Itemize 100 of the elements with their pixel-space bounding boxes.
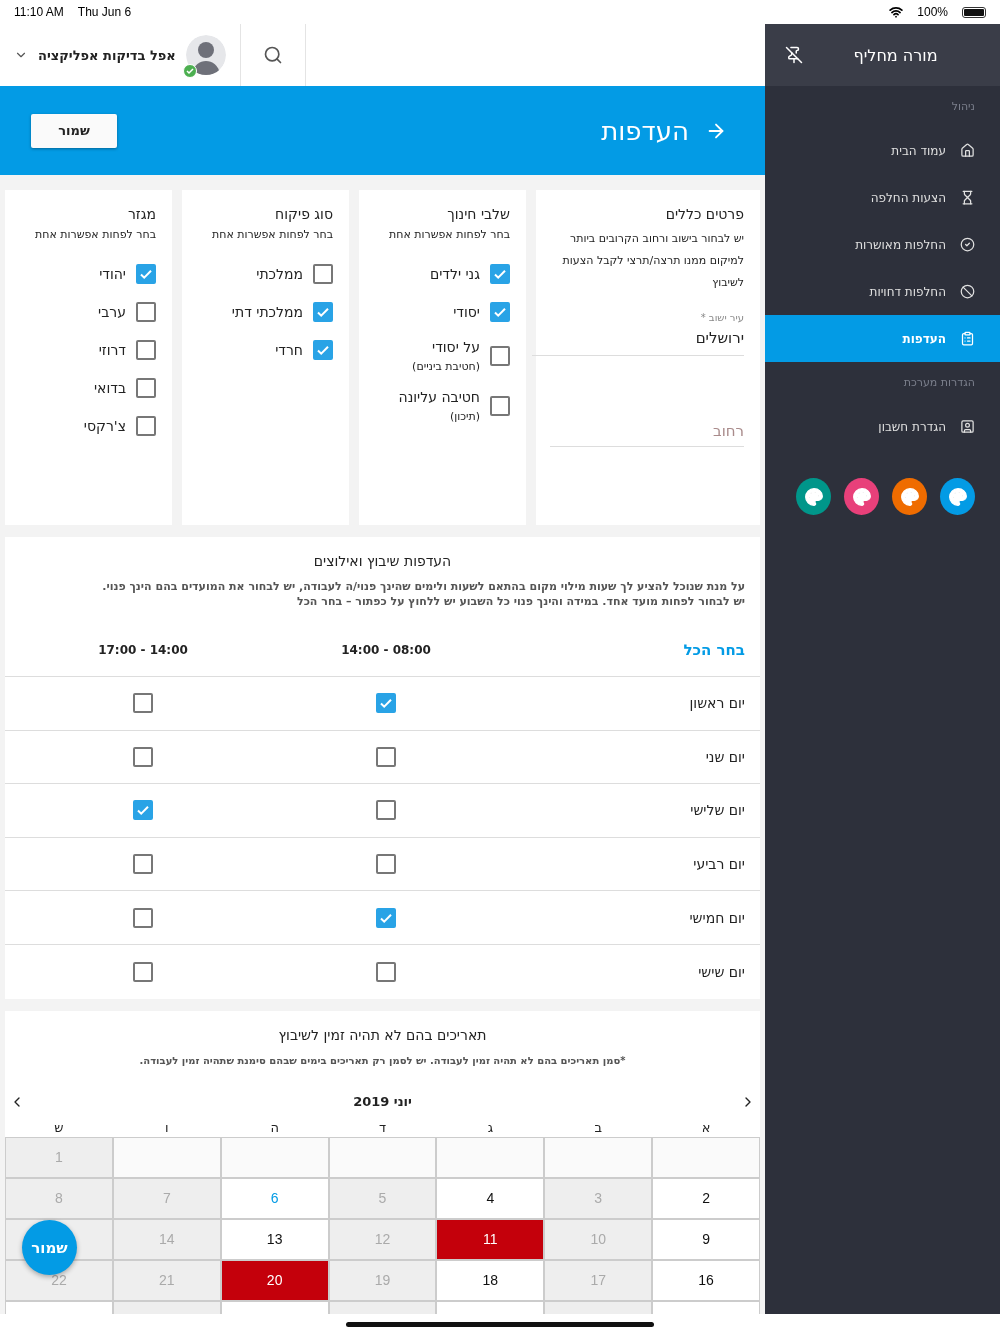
verified-icon: [182, 64, 197, 78]
checkbox[interactable]: [133, 961, 153, 982]
nav-item[interactable]: החלפות דחויות: [765, 268, 1000, 315]
checkbox[interactable]: [490, 302, 510, 322]
calendar-day[interactable]: 17: [544, 1259, 653, 1301]
panel-title: העדפות שיבוץ ואילוצים: [312, 553, 453, 569]
nav-item[interactable]: הצעות החלפה: [765, 174, 1000, 221]
checkbox[interactable]: [376, 961, 396, 982]
day-name: יום רביעי: [693, 856, 746, 873]
checkbox[interactable]: [376, 854, 396, 875]
calendar-day[interactable]: 8: [5, 1177, 113, 1219]
calendar-day[interactable]: 10: [544, 1218, 653, 1260]
calendar-day[interactable]: 13: [220, 1218, 329, 1260]
nav-item[interactable]: עמוד הבית: [765, 127, 1000, 174]
checkbox[interactable]: [313, 340, 333, 360]
street-field[interactable]: רחוב: [550, 416, 744, 447]
day-name: יום חמישי: [689, 909, 746, 926]
calendar-day[interactable]: 18: [436, 1259, 545, 1301]
option-label: דרוזי: [98, 342, 126, 358]
palette-icon: [851, 486, 872, 507]
calendar-day[interactable]: 3: [544, 1177, 653, 1219]
card-subtitle: בחר לפחות אפשרות אחת: [211, 228, 333, 241]
calendar-day[interactable]: 7: [112, 1177, 221, 1219]
palette-icon: [803, 486, 824, 507]
weekday-label: א: [700, 1118, 712, 1137]
calendar-day[interactable]: 2: [652, 1177, 760, 1219]
checkbox[interactable]: [313, 302, 333, 322]
option-label: ממלכתי: [256, 266, 303, 282]
battery-icon: [962, 6, 986, 18]
checkbox[interactable]: [136, 264, 156, 284]
calendar-day[interactable]: 16: [652, 1259, 760, 1301]
checkbox[interactable]: [133, 746, 153, 767]
calendar-day[interactable]: 6: [220, 1177, 329, 1219]
day-name: יום שלישי: [690, 802, 746, 819]
check-icon: [316, 305, 330, 319]
hourglass-icon: [960, 190, 975, 205]
pin-off-icon[interactable]: [785, 46, 803, 64]
nav-item[interactable]: החלפות מאושרות: [765, 221, 1000, 268]
nav-item[interactable]: העדפות: [765, 315, 1000, 362]
checkbox[interactable]: [136, 340, 156, 360]
ban-icon: [960, 284, 975, 299]
option-label: חטיבה עליונה: [398, 389, 480, 405]
card-title: פרטים כללים: [664, 206, 744, 222]
card-subtitle: בחר לפחות אפשרות אחת: [388, 228, 510, 241]
calendar-day[interactable]: 20: [220, 1259, 329, 1301]
theme-button[interactable]: [844, 478, 879, 515]
checkbox[interactable]: [133, 800, 153, 821]
calendar-day[interactable]: 4: [436, 1177, 545, 1219]
checkbox[interactable]: [376, 693, 396, 714]
field-label: עיר ישוב *: [699, 312, 744, 323]
option-label: בדואי: [93, 380, 126, 396]
check-icon: [316, 343, 330, 357]
calendar-day[interactable]: 14: [112, 1218, 221, 1260]
option-label: יסודי: [453, 304, 480, 320]
column-header: 17:00 - 14:00: [98, 642, 188, 657]
checkbox[interactable]: [376, 746, 396, 767]
calendar-day[interactable]: 1: [5, 1136, 113, 1178]
calendar-day[interactable]: 9: [652, 1218, 760, 1260]
section-heading: הגדרות מערכת: [903, 376, 975, 389]
calendar-day[interactable]: 11: [436, 1218, 545, 1260]
checkbox[interactable]: [133, 854, 153, 875]
option-label: חרדי: [275, 342, 303, 358]
checkbox[interactable]: [133, 907, 153, 928]
checkbox[interactable]: [136, 302, 156, 322]
panel-description: על מנת שנוכל להציע לך שעות מילוי מקום בהתאם לשעות ולימים שהינך פנוי/ה לעבודה, יש לבחור את המועדים בהם הינך פנוי.: [101, 579, 745, 594]
theme-button[interactable]: [940, 478, 975, 515]
calendar-day[interactable]: 5: [328, 1177, 437, 1219]
option-sublabel: (חטיבת ביניים): [412, 360, 480, 373]
palette-icon: [947, 486, 968, 507]
card-title: שלבי חינוך: [446, 206, 510, 222]
day-name: יום ראשון: [689, 695, 746, 712]
calendar-day[interactable]: 12: [328, 1218, 437, 1260]
checkbox[interactable]: [376, 907, 396, 928]
weekday-label: ב: [593, 1118, 603, 1137]
calendar-day[interactable]: 19: [328, 1259, 437, 1301]
checkbox[interactable]: [136, 378, 156, 398]
checkbox[interactable]: [376, 800, 396, 821]
calendar-day[interactable]: 21: [112, 1259, 221, 1301]
day-name: יום שני: [705, 748, 746, 765]
page-title: העדפות: [601, 115, 689, 146]
check-icon: [379, 696, 393, 711]
checkbox[interactable]: [490, 396, 510, 416]
card-title: סוג פיקוח: [274, 206, 333, 222]
select-all-link[interactable]: בחר הכל: [683, 640, 760, 659]
checkbox[interactable]: [490, 264, 510, 284]
theme-button[interactable]: [796, 478, 831, 515]
checkbox[interactable]: [136, 416, 156, 436]
city-field[interactable]: ירושלים: [532, 323, 744, 356]
checkbox[interactable]: [133, 693, 153, 714]
status-date: Thu Jun 6: [77, 5, 132, 19]
option-label: צ'רקסי: [83, 418, 126, 434]
nav-item[interactable]: הגדרת חשבון: [765, 403, 1000, 450]
theme-button[interactable]: [892, 478, 927, 515]
checkbox[interactable]: [313, 264, 333, 284]
checkbox[interactable]: [490, 346, 510, 366]
option-label: ערבי: [98, 304, 126, 320]
battery-percent: 100%: [917, 5, 948, 19]
option-label: גני ילדים: [429, 266, 480, 282]
card-subtitle: בחר לפחות אפשרות אחת: [34, 228, 156, 241]
save-button[interactable]: שמור: [31, 113, 117, 148]
